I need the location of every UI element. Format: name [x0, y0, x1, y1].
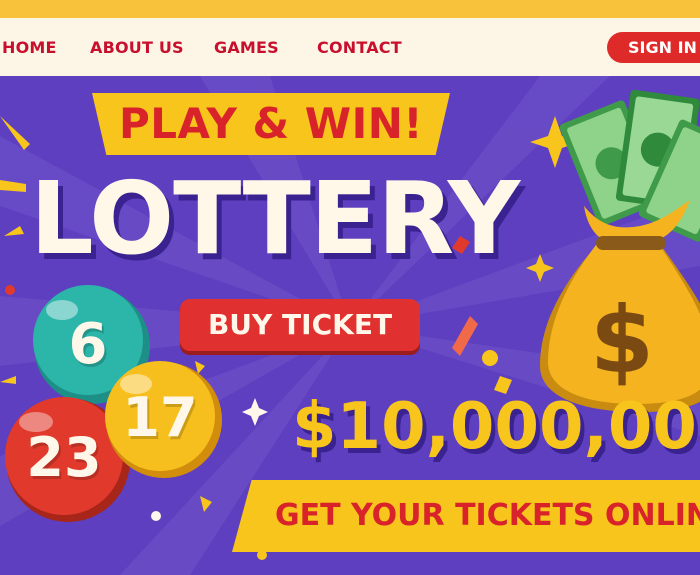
cta-banner[interactable]: GET YOUR TICKETS ONLINE	[232, 480, 700, 552]
ball-number-17: 17	[122, 386, 198, 449]
jackpot-amount: $10,000,000	[292, 390, 700, 464]
hero-title: LOTTERY	[30, 160, 520, 277]
nav-home-link[interactable]: HOME	[2, 38, 57, 57]
play-win-banner: PLAY & WIN!	[92, 93, 450, 155]
bag-dollar-sign: $	[590, 287, 654, 394]
nav-contact-link[interactable]: CONTACT	[317, 38, 402, 57]
nav-about-us-link[interactable]: ABOUT US	[90, 38, 184, 57]
sign-in-button[interactable]: SIGN IN	[607, 32, 700, 63]
ball-number-23: 23	[26, 426, 102, 489]
buy-ticket-label: BUY TICKET	[207, 308, 393, 341]
hero-tagline: PLAY & WIN!	[118, 99, 424, 148]
nav-games-link[interactable]: GAMES	[214, 38, 279, 57]
top-navigation-bar: HOME ABOUT US GAMES CONTACT SIGN IN	[0, 18, 700, 76]
cta-text: GET YOUR TICKETS ONLINE	[275, 498, 700, 533]
hero-banner: $ PLAY & WIN! LOTTERY BUY TICKET 6 17 23…	[0, 76, 700, 575]
buy-ticket-button[interactable]: BUY TICKET	[180, 299, 420, 351]
ball-number-6: 6	[68, 312, 108, 377]
